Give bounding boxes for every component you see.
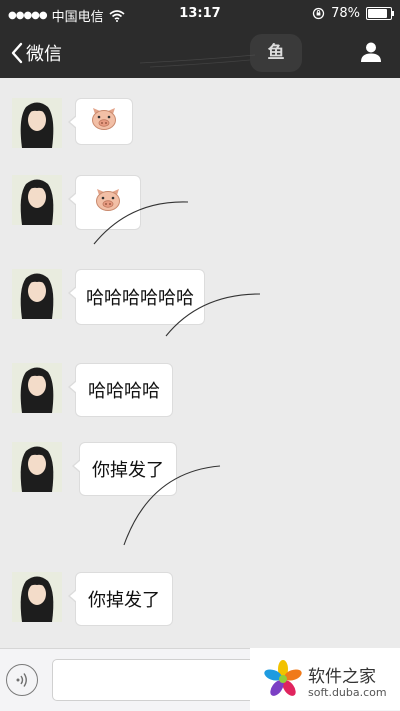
back-button[interactable]: 微信 bbox=[10, 40, 62, 66]
avatar[interactable] bbox=[12, 175, 62, 225]
watermark-title: 软件之家 bbox=[308, 667, 376, 687]
message-row bbox=[12, 98, 133, 148]
message-row: 哈哈哈哈 bbox=[12, 363, 173, 417]
battery-icon bbox=[366, 7, 394, 20]
avatar[interactable] bbox=[12, 363, 62, 413]
message-bubble[interactable] bbox=[68, 98, 133, 145]
chevron-left-icon bbox=[11, 42, 23, 64]
avatar[interactable] bbox=[12, 269, 62, 319]
pig-face-icon bbox=[96, 189, 120, 211]
status-right: 78% bbox=[312, 6, 394, 21]
avatar[interactable] bbox=[12, 98, 62, 148]
profile-button[interactable] bbox=[360, 41, 382, 67]
message-bubble[interactable] bbox=[68, 175, 141, 230]
message-row: 你掉发了 bbox=[12, 572, 173, 626]
avatar[interactable] bbox=[12, 572, 62, 622]
person-icon bbox=[361, 42, 381, 62]
message-bubble[interactable]: 哈哈哈哈哈哈 bbox=[68, 269, 205, 325]
voice-wave-icon bbox=[16, 673, 27, 687]
battery-fill bbox=[368, 9, 387, 18]
avatar[interactable] bbox=[12, 442, 62, 492]
message-bubble[interactable]: 你掉发了 bbox=[72, 442, 177, 496]
voice-button[interactable] bbox=[6, 664, 38, 696]
petal-logo-icon bbox=[264, 660, 302, 696]
battery-percent: 78% bbox=[331, 6, 360, 21]
rotation-lock-icon bbox=[312, 7, 325, 20]
chat-title: 鱼 bbox=[250, 34, 302, 72]
message-row bbox=[12, 175, 141, 230]
message-bubble[interactable]: 你掉发了 bbox=[68, 572, 173, 626]
nav-bar: 微信 鱼 bbox=[0, 28, 400, 78]
pig-face-icon bbox=[92, 108, 116, 130]
message-row: 你掉发了 bbox=[12, 442, 177, 496]
chat-area[interactable]: 哈哈哈哈哈哈 哈哈哈哈 你掉发了 你掉发了 bbox=[0, 78, 400, 648]
watermark: 软件之家 soft.duba.com bbox=[250, 648, 400, 710]
status-bar: ●●●●● 中国电信 13:17 78% bbox=[0, 0, 400, 28]
message-row: 哈哈哈哈哈哈 bbox=[12, 269, 205, 325]
message-bubble[interactable]: 哈哈哈哈 bbox=[68, 363, 173, 417]
watermark-url: soft.duba.com bbox=[308, 686, 387, 699]
back-label: 微信 bbox=[26, 44, 62, 65]
